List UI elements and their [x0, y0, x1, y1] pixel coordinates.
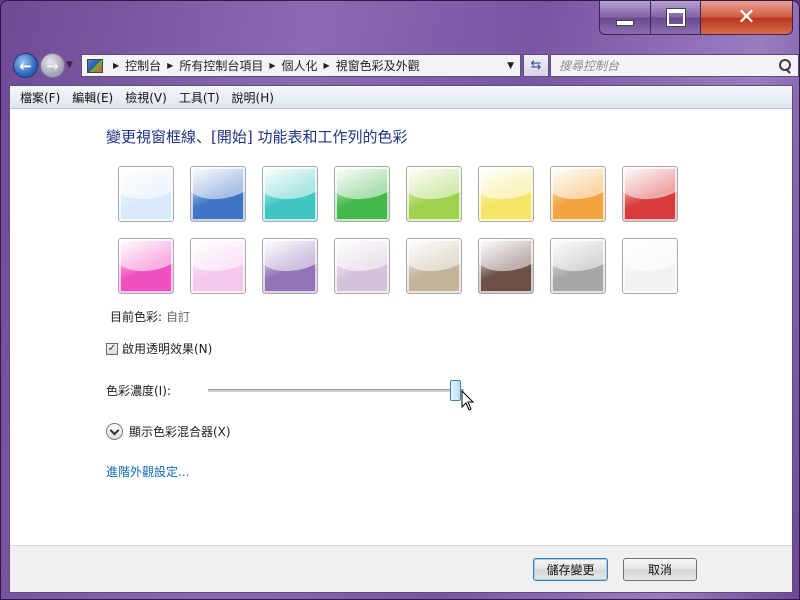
caption-buttons: ✕ [599, 1, 793, 37]
close-icon: ✕ [737, 5, 756, 30]
menu-help[interactable]: 說明(H) [226, 89, 280, 106]
search-box [550, 54, 799, 77]
color-swatch[interactable] [190, 238, 246, 294]
color-swatch[interactable] [550, 238, 606, 294]
color-swatch[interactable] [262, 238, 318, 294]
transparency-label[interactable]: 啟用透明效果(N) [122, 340, 212, 357]
color-swatch[interactable] [262, 166, 318, 222]
minimize-icon [616, 19, 634, 26]
history-dropdown-icon[interactable]: ▼ [66, 60, 73, 70]
minimize-button[interactable] [599, 1, 651, 35]
intensity-slider-thumb[interactable] [450, 380, 462, 401]
menu-bar: 檔案(F) 編輯(E) 檢視(V) 工具(T) 說明(H) [10, 86, 792, 109]
color-swatch[interactable] [406, 238, 462, 294]
mouse-cursor-icon [461, 390, 475, 411]
color-swatch[interactable] [406, 166, 462, 222]
content-area: 檔案(F) 編輯(E) 檢視(V) 工具(T) 說明(H) 變更視窗框線、[開始… [9, 85, 793, 593]
menu-file[interactable]: 檔案(F) [14, 89, 66, 106]
color-swatch[interactable] [478, 166, 534, 222]
breadcrumb-control-panel[interactable]: 控制台 [125, 57, 161, 74]
back-button[interactable]: ← [13, 53, 38, 78]
color-swatch[interactable] [622, 166, 678, 222]
maximize-button[interactable] [651, 1, 701, 35]
maximize-icon [666, 9, 685, 26]
refresh-icon: ⇆ [530, 58, 542, 73]
close-button[interactable]: ✕ [701, 1, 793, 35]
chevron-right-icon[interactable]: ▶ [167, 61, 173, 70]
window-frame: ✕ ← → ▼ ▶ 控制台 ▶ 所有控制台項目 ▶ 個人化 ▶ 視窗色彩及外觀 … [0, 0, 800, 600]
chevron-down-icon[interactable] [106, 423, 123, 440]
navigation-bar: ← → ▼ ▶ 控制台 ▶ 所有控制台項目 ▶ 個人化 ▶ 視窗色彩及外觀 ▼ … [9, 49, 799, 81]
page-title: 變更視窗框線、[開始] 功能表和工作列的色彩 [106, 128, 408, 146]
menu-view[interactable]: 檢視(V) [119, 89, 173, 106]
color-swatch[interactable] [190, 166, 246, 222]
address-dropdown-icon[interactable]: ▼ [507, 61, 514, 71]
refresh-button[interactable]: ⇆ [523, 54, 549, 77]
address-bar[interactable]: ▶ 控制台 ▶ 所有控制台項目 ▶ 個人化 ▶ 視窗色彩及外觀 ▼ [81, 54, 521, 77]
intensity-label: 色彩濃度(I): [106, 384, 171, 398]
cancel-button[interactable]: 取消 [623, 558, 697, 581]
current-color: 目前色彩: 自訂 [110, 308, 190, 325]
current-color-value: 自訂 [166, 310, 191, 324]
transparency-checkbox[interactable]: ✓ [106, 342, 118, 355]
color-swatch[interactable] [334, 238, 390, 294]
chevron-right-icon[interactable]: ▶ [269, 61, 275, 70]
breadcrumb-personalization[interactable]: 個人化 [282, 57, 318, 74]
breadcrumb-all-items[interactable]: 所有控制台項目 [179, 57, 263, 74]
control-panel-icon [87, 58, 103, 73]
current-color-label: 目前色彩: [110, 310, 163, 324]
intensity-slider-track[interactable] [208, 389, 464, 392]
chevron-right-icon[interactable]: ▶ [113, 61, 119, 70]
forward-button[interactable]: → [40, 53, 65, 78]
color-mixer-label[interactable]: 顯示色彩混合器(X) [129, 423, 231, 440]
menu-edit[interactable]: 編輯(E) [66, 89, 119, 106]
footer-bar: 儲存變更 取消 [10, 545, 792, 592]
color-swatch[interactable] [118, 166, 174, 222]
forward-arrow-icon: → [46, 56, 59, 75]
transparency-option[interactable]: ✓ 啟用透明效果(N) [106, 340, 212, 357]
advanced-appearance-link[interactable]: 進階外觀設定... [106, 463, 189, 480]
search-input[interactable] [551, 58, 778, 73]
color-swatch[interactable] [550, 166, 606, 222]
color-swatch[interactable] [478, 238, 534, 294]
color-swatch[interactable] [118, 238, 174, 294]
save-button[interactable]: 儲存變更 [533, 558, 608, 581]
color-swatch[interactable] [334, 166, 390, 222]
chevron-right-icon[interactable]: ▶ [324, 61, 330, 70]
menu-tools[interactable]: 工具(T) [173, 89, 226, 106]
search-icon[interactable] [778, 58, 792, 73]
color-swatch[interactable] [622, 238, 678, 294]
color-mixer-toggle[interactable]: 顯示色彩混合器(X) [106, 423, 231, 440]
breadcrumb-window-color[interactable]: 視窗色彩及外觀 [336, 57, 420, 74]
back-arrow-icon: ← [19, 56, 32, 75]
